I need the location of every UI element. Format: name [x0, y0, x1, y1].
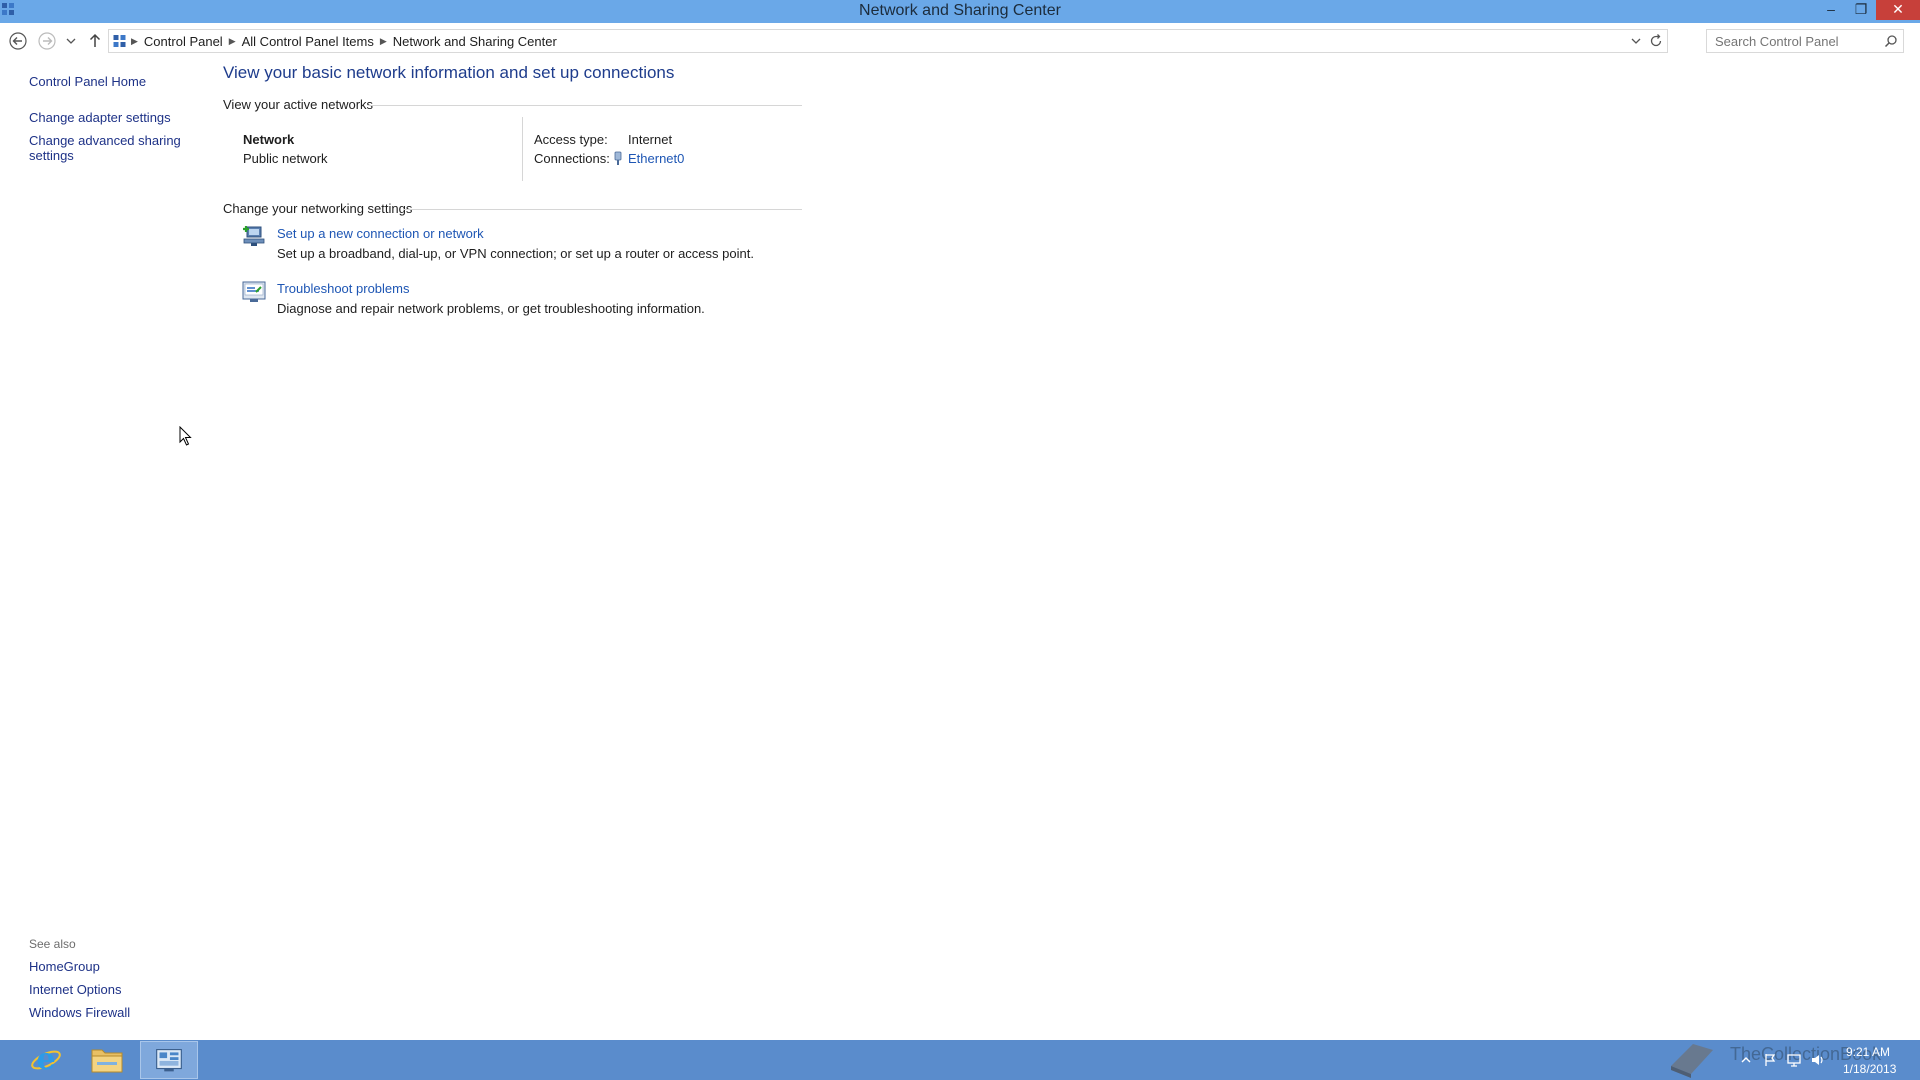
breadcrumb-network-center[interactable]: Network and Sharing Center [387, 34, 563, 49]
speaker-icon[interactable] [1810, 1052, 1826, 1068]
recent-dropdown-icon[interactable] [64, 31, 78, 51]
close-button[interactable]: ✕ [1876, 0, 1920, 20]
section-divider [368, 105, 802, 106]
folder-icon[interactable] [78, 1041, 136, 1079]
control-panel-taskbar-icon[interactable] [140, 1041, 198, 1079]
back-arrow-icon[interactable] [8, 31, 28, 51]
up-arrow-icon[interactable] [85, 31, 105, 51]
taskbar: e TheCollectionBook 9:21 AM 1/18/2013 [0, 1040, 1920, 1080]
network-tray-icon[interactable] [1786, 1052, 1802, 1068]
windows-firewall-link[interactable]: Windows Firewall [29, 1005, 130, 1020]
mouse-cursor-icon [179, 426, 192, 446]
section-divider [404, 209, 802, 210]
clock-date[interactable]: 1/18/2013 [1843, 1062, 1896, 1076]
search-input[interactable] [1713, 33, 1881, 50]
troubleshoot-problems-desc: Diagnose and repair network problems, or… [277, 301, 705, 316]
book-icon [1671, 1044, 1713, 1078]
control-panel-home-link[interactable]: Control Panel Home [29, 74, 146, 89]
search-icon[interactable] [1883, 33, 1899, 49]
chevron-right-icon[interactable]: ▶ [380, 36, 387, 47]
connections-label: Connections: [534, 151, 610, 166]
troubleshoot-problems-link[interactable]: Troubleshoot problems [277, 281, 409, 296]
homegroup-link[interactable]: HomeGroup [29, 959, 100, 974]
change-advanced-sharing-link[interactable]: Change advanced sharing [29, 133, 181, 148]
title-bar: Network and Sharing Center – ❐ ✕ [0, 0, 1920, 23]
search-box[interactable] [1706, 29, 1904, 53]
chevron-down-icon[interactable] [1629, 33, 1643, 49]
ethernet-icon [614, 151, 622, 165]
navigation-bar: ▶ Control Panel ▶ All Control Panel Item… [0, 23, 1920, 57]
access-type-label: Access type: [534, 132, 608, 147]
minimize-button[interactable]: – [1816, 0, 1846, 20]
window-title: Network and Sharing Center [859, 2, 1061, 19]
network-name: Network [243, 132, 295, 147]
troubleshoot-icon [242, 281, 266, 302]
active-networks-heading: View your active networks [223, 97, 374, 112]
see-also-heading: See also [29, 937, 76, 951]
breadcrumb: ▶ Control Panel ▶ All Control Panel Item… [113, 33, 563, 49]
ethernet0-link[interactable]: Ethernet0 [628, 151, 684, 166]
maximize-button[interactable]: ❐ [1846, 0, 1876, 20]
change-adapter-settings-link[interactable]: Change adapter settings [29, 110, 171, 125]
breadcrumb-control-panel[interactable]: Control Panel [138, 34, 229, 49]
network-setup-icon [243, 226, 265, 246]
change-advanced-sharing-link-line2[interactable]: settings [29, 148, 74, 163]
refresh-icon[interactable] [1647, 32, 1665, 50]
svg-text:e: e [36, 1042, 55, 1077]
clock-time[interactable]: 9:21 AM [1846, 1045, 1890, 1059]
forward-arrow-icon[interactable] [37, 31, 57, 51]
control-panel-icon [113, 35, 126, 47]
network-divider [522, 117, 523, 181]
setup-connection-link[interactable]: Set up a new connection or network [277, 226, 484, 241]
chevron-right-icon[interactable]: ▶ [229, 36, 236, 47]
address-bar[interactable]: ▶ Control Panel ▶ All Control Panel Item… [108, 29, 1668, 53]
access-type-value: Internet [628, 132, 673, 147]
page-title: View your basic network information and … [223, 63, 675, 82]
breadcrumb-all-items[interactable]: All Control Panel Items [236, 34, 380, 49]
ie-icon[interactable]: e [17, 1041, 75, 1079]
setup-connection-desc: Set up a broadband, dial-up, or VPN conn… [277, 246, 754, 261]
flag-icon[interactable] [1762, 1052, 1778, 1068]
network-type: Public network [243, 151, 328, 166]
chevron-up-icon[interactable] [1738, 1052, 1754, 1068]
chevron-right-icon[interactable]: ▶ [131, 36, 138, 47]
internet-options-link[interactable]: Internet Options [29, 982, 122, 997]
networking-settings-heading: Change your networking settings [223, 201, 413, 216]
